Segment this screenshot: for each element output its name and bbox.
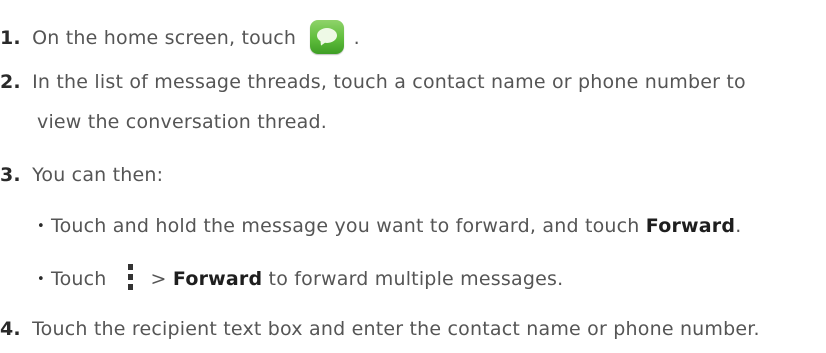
forward-label: Forward	[645, 215, 736, 237]
bullet-2: • Touch > Forward to forward multiple mess…	[37, 264, 563, 292]
step-3: 3. You can then:	[0, 164, 163, 186]
bullet-2-touch: Touch	[51, 268, 107, 290]
step-4-text: Touch the recipient text box and enter t…	[32, 318, 760, 340]
bullet-1: • Touch and hold the message you want to …	[37, 215, 741, 238]
bullet-1-period: .	[735, 215, 742, 237]
step-4: 4. Touch the recipient text box and ente…	[0, 318, 760, 340]
forward-label-2: Forward	[172, 268, 263, 290]
step-2-number: 2.	[0, 71, 21, 93]
step-3-number: 3.	[0, 164, 21, 186]
step-2-continued: view the conversation thread.	[37, 111, 327, 133]
step-3-text: You can then:	[32, 164, 164, 186]
step-1-period: .	[353, 27, 360, 49]
step-1: 1. On the home screen, touch .	[0, 20, 360, 54]
bullet-1-dot: •	[37, 219, 45, 234]
step-4-number: 4.	[0, 318, 21, 340]
step-2-text-line1: In the list of message threads, touch a …	[32, 71, 746, 93]
step-2: 2. In the list of message threads, touch…	[0, 71, 746, 93]
step-1-text: On the home screen, touch	[32, 27, 297, 49]
step-2-text-line2: view the conversation thread.	[37, 111, 327, 133]
bullet-2-arrow: >	[150, 268, 167, 290]
messaging-app-icon	[310, 20, 345, 54]
bullet-2-dot: •	[37, 272, 45, 287]
bullet-2-text: to forward multiple messages.	[262, 268, 564, 290]
bullet-1-text: Touch and hold the message you want to f…	[51, 215, 640, 237]
step-1-number: 1.	[0, 27, 21, 49]
menu-icon	[125, 264, 135, 292]
